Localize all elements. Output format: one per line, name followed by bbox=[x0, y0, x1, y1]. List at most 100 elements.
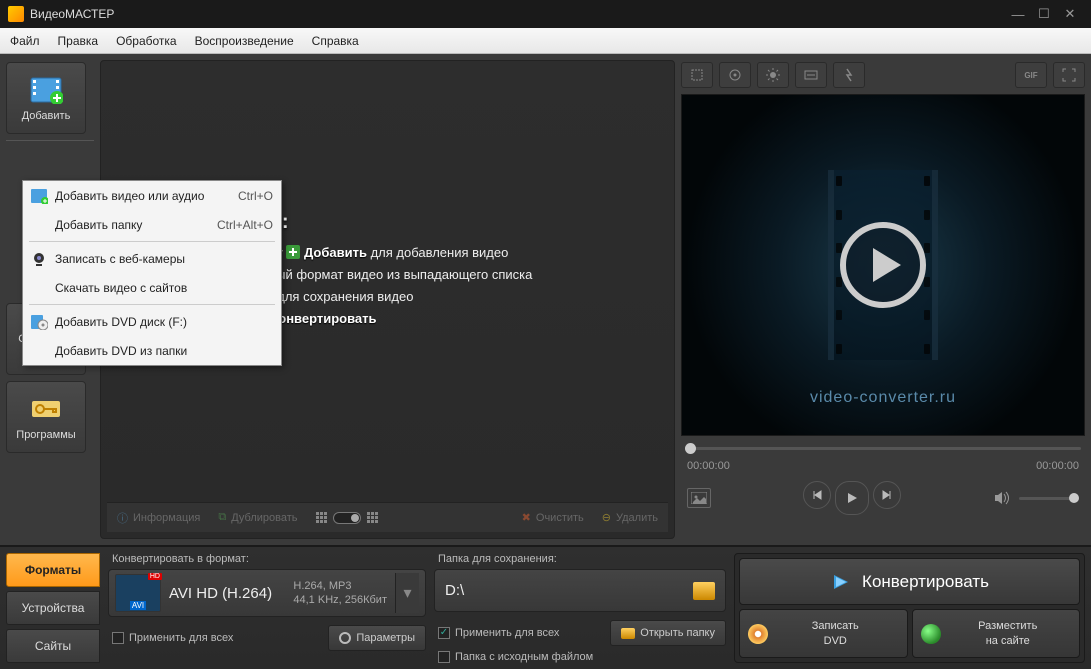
format-apply-all[interactable]: Применить для всех bbox=[112, 632, 233, 644]
dd-add-video[interactable]: Добавить видео или аудио Ctrl+O bbox=[23, 181, 281, 210]
dd-label: Добавить папку bbox=[55, 218, 142, 232]
fullscreen-tool-icon[interactable] bbox=[1053, 62, 1085, 88]
key-icon bbox=[28, 394, 64, 424]
steps-title: ты: bbox=[255, 211, 660, 234]
dd-download[interactable]: Скачать видео с сайтов bbox=[23, 273, 281, 302]
text-tool-icon[interactable] bbox=[795, 62, 827, 88]
add-label: Добавить bbox=[22, 110, 71, 122]
convert-button[interactable]: Конвертировать bbox=[739, 558, 1080, 605]
publish-label-2: на сайте bbox=[986, 635, 1030, 647]
maximize-button[interactable]: ☐ bbox=[1031, 5, 1057, 23]
film-plus-icon bbox=[29, 186, 49, 206]
format-panel: Конвертировать в формат: HDAVI AVI HD (H… bbox=[108, 553, 426, 663]
view-toggles[interactable] bbox=[316, 512, 378, 524]
burn-dvd-button[interactable]: Записать DVD bbox=[739, 609, 908, 658]
app-window: ВидеоМАСТЕР — ☐ ✕ Файл Правка Обработка … bbox=[0, 0, 1091, 669]
next-button[interactable] bbox=[873, 481, 901, 509]
folder-title: Папка для сохранения: bbox=[434, 553, 726, 565]
brightness-tool-icon[interactable] bbox=[757, 62, 789, 88]
preview-video[interactable]: video-converter.ru bbox=[681, 94, 1085, 436]
output-tabs: Форматы Устройства Сайты bbox=[6, 553, 100, 663]
action-panel: Конвертировать Записать DVD Разместить н… bbox=[734, 553, 1085, 663]
bottom-bar: Форматы Устройства Сайты Конвертировать … bbox=[0, 545, 1091, 669]
folder-path: D:\ bbox=[445, 582, 685, 599]
checkbox-icon bbox=[112, 632, 124, 644]
close-button[interactable]: ✕ bbox=[1057, 5, 1083, 23]
delete-list-button[interactable]: ⊖Удалить bbox=[602, 511, 658, 524]
dd-shortcut: Ctrl+Alt+O bbox=[217, 218, 273, 232]
folder-icon[interactable] bbox=[693, 582, 715, 600]
step1-bold: Добавить bbox=[304, 245, 367, 260]
dd-separator bbox=[29, 304, 275, 305]
format-info: H.264, MP3 44,1 KHz, 256Кбит bbox=[293, 579, 387, 608]
add-button[interactable]: Добавить bbox=[6, 62, 86, 134]
menu-file[interactable]: Файл bbox=[10, 34, 40, 48]
folder-apply-all[interactable]: Применить для всех bbox=[438, 627, 559, 639]
dd-label: Добавить видео или аудио bbox=[55, 189, 204, 203]
globe-icon bbox=[921, 624, 941, 644]
tab-sites[interactable]: Сайты bbox=[6, 629, 100, 663]
publish-button[interactable]: Разместить на сайте bbox=[912, 609, 1081, 658]
dd-webcam[interactable]: Записать с веб-камеры bbox=[23, 244, 281, 273]
folder-panel: Папка для сохранения: D:\ Применить для … bbox=[434, 553, 726, 663]
webcam-icon bbox=[29, 249, 49, 269]
menu-help[interactable]: Справка bbox=[312, 34, 359, 48]
volume-icon[interactable] bbox=[993, 490, 1011, 506]
play-button[interactable] bbox=[835, 481, 869, 515]
info-label: Информация bbox=[133, 512, 200, 524]
apply-all-label: Применить для всех bbox=[129, 632, 233, 644]
film-plus-icon bbox=[28, 75, 64, 105]
convert-label: Конвертировать bbox=[862, 572, 989, 592]
preview-tools: GIF bbox=[681, 60, 1085, 90]
menu-process[interactable]: Обработка bbox=[116, 34, 177, 48]
step2-text: ный формат видео из выпадающего списка bbox=[269, 267, 532, 282]
dd-dvd-folder[interactable]: Добавить DVD из папки bbox=[23, 336, 281, 365]
burn-label-2: DVD bbox=[824, 635, 847, 647]
tab-formats[interactable]: Форматы bbox=[6, 553, 100, 587]
snapshot-icon[interactable] bbox=[687, 488, 711, 508]
format-selector[interactable]: HDAVI AVI HD (H.264) H.264, MP3 44,1 KHz… bbox=[108, 569, 426, 617]
folder-selector[interactable]: D:\ bbox=[434, 569, 726, 612]
format-title: Конвертировать в формат: bbox=[108, 553, 426, 565]
publish-label-1: Разместить bbox=[978, 620, 1037, 632]
volume-slider[interactable] bbox=[1019, 497, 1079, 500]
speed-tool-icon[interactable] bbox=[833, 62, 865, 88]
minimize-button[interactable]: — bbox=[1005, 5, 1031, 23]
format-info-2: 44,1 KHz, 256Кбит bbox=[293, 593, 387, 607]
convert-arrow-icon bbox=[830, 571, 852, 593]
gif-tool-icon[interactable]: GIF bbox=[1015, 62, 1047, 88]
dd-dvd-disc[interactable]: Добавить DVD диск (F:) bbox=[23, 307, 281, 336]
gear-icon bbox=[339, 632, 351, 644]
crop-tool-icon[interactable] bbox=[681, 62, 713, 88]
format-info-1: H.264, MP3 bbox=[293, 579, 387, 593]
dd-add-folder[interactable]: Добавить папку Ctrl+Alt+O bbox=[23, 210, 281, 239]
source-folder-check[interactable]: Папка с исходным файлом bbox=[438, 651, 726, 663]
dd-label: Добавить DVD из папки bbox=[55, 344, 187, 358]
chevron-down-icon[interactable]: ▾ bbox=[395, 573, 419, 613]
params-label: Параметры bbox=[356, 632, 415, 644]
time-row: 00:00:00 00:00:00 bbox=[681, 460, 1085, 478]
tab-devices[interactable]: Устройства bbox=[6, 591, 100, 625]
seek-slider[interactable] bbox=[681, 436, 1085, 460]
prev-button[interactable] bbox=[803, 481, 831, 509]
rotate-tool-icon[interactable] bbox=[719, 62, 751, 88]
view-toggle[interactable] bbox=[333, 512, 361, 524]
app-title: ВидеоМАСТЕР bbox=[30, 7, 1005, 21]
params-button[interactable]: Параметры bbox=[328, 625, 426, 651]
menubar: Файл Правка Обработка Воспроизведение Сп… bbox=[0, 28, 1091, 54]
source-folder-label: Папка с исходным файлом bbox=[455, 651, 593, 663]
programs-label: Программы bbox=[16, 429, 75, 441]
menu-playback[interactable]: Воспроизведение bbox=[195, 34, 294, 48]
toolbar-separator bbox=[6, 140, 94, 141]
duplicate-button[interactable]: ⧉Дублировать bbox=[218, 511, 297, 524]
menu-edit[interactable]: Правка bbox=[58, 34, 99, 48]
open-folder-button[interactable]: Открыть папку bbox=[610, 620, 726, 646]
clear-button[interactable]: ✖Очистить bbox=[522, 511, 584, 524]
folder-open-icon bbox=[621, 628, 635, 639]
main-footer-bar: ⓘИнформация ⧉Дублировать ✖Очистить ⊖Удал… bbox=[107, 502, 668, 532]
duplicate-label: Дублировать bbox=[231, 512, 297, 524]
step4-bold: Конвертировать bbox=[270, 311, 376, 326]
burn-label-1: Записать bbox=[812, 620, 859, 632]
info-button[interactable]: ⓘИнформация bbox=[117, 510, 200, 526]
programs-button[interactable]: Программы bbox=[6, 381, 86, 453]
